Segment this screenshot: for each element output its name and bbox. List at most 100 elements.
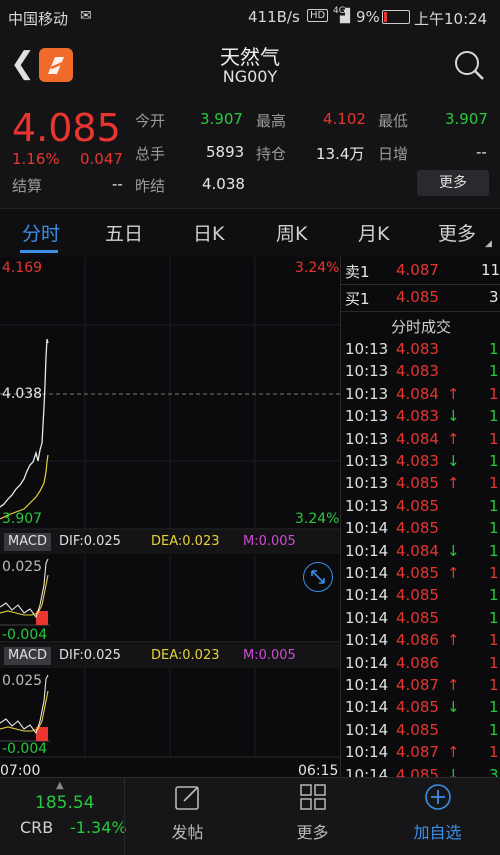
low-label: 最低 xyxy=(378,112,409,130)
bid-label: 买1 xyxy=(345,290,370,308)
wechat-icon: ✉ xyxy=(80,8,92,24)
add-circle-icon xyxy=(424,783,452,815)
tick-price: 4.083 xyxy=(396,362,439,381)
tick-time: 10:13 xyxy=(345,384,389,403)
tick-volume: 1 xyxy=(489,519,499,538)
tick-time: 10:13 xyxy=(345,340,389,358)
more-menu-button[interactable]: 更多 xyxy=(250,778,375,855)
add-watchlist-label: 加自选 xyxy=(413,823,462,842)
tick-volume: 1 xyxy=(489,564,499,582)
bid-volume: 3 xyxy=(489,288,499,306)
tab-weekly-k[interactable]: 周K xyxy=(276,219,307,246)
settle-value: -- xyxy=(112,175,123,193)
ask-label: 卖1 xyxy=(345,263,370,281)
index-name: CRB xyxy=(20,818,54,837)
tab-daily-k[interactable]: 日K xyxy=(193,219,224,246)
grid-icon xyxy=(299,783,327,815)
macd-dea-2: DEA:0.023 xyxy=(151,648,220,663)
tick-row: 10:14 4.085 1 xyxy=(341,607,500,630)
tab-more[interactable]: 更多 xyxy=(438,219,476,246)
more-label: 更多 xyxy=(296,823,329,842)
up-arrow-icon: ↑ xyxy=(447,384,460,403)
tick-row: 10:14 4.085 1 xyxy=(341,584,500,607)
tick-time: 10:14 xyxy=(345,564,389,582)
order-divider-2 xyxy=(341,311,500,312)
tick-volume: 1 xyxy=(489,676,499,694)
macd-indicator-button-2[interactable]: MACD xyxy=(4,647,51,665)
up-arrow-icon: ↑ xyxy=(447,676,460,694)
tick-row: 10:14 4.087 ↑ 1 xyxy=(341,741,500,764)
macd-top-1: 0.025 xyxy=(2,559,43,575)
tab-intraday[interactable]: 分时 xyxy=(22,219,60,246)
tick-row: 10:13 4.083 ↓ 1 xyxy=(341,450,500,473)
fullscreen-icon[interactable] xyxy=(303,562,333,592)
tick-row: 10:14 4.084 ↓ 1 xyxy=(341,540,500,563)
page-title: 天然气 xyxy=(220,45,280,69)
tick-row: 10:13 4.085 ↑ 1 xyxy=(341,472,500,495)
more-quote-button[interactable]: 更多 xyxy=(417,170,489,196)
tick-price: 4.083 xyxy=(396,452,439,470)
ask-price: 4.087 xyxy=(396,261,439,279)
tick-row: 10:14 4.085 ↑ 1 xyxy=(341,562,500,585)
tick-volume: 1 xyxy=(489,384,499,403)
post-button[interactable]: 发帖 xyxy=(125,778,250,855)
tick-price: 4.084 xyxy=(396,541,439,560)
up-arrow-icon: ↑ xyxy=(447,474,460,493)
tick-time: 10:14 xyxy=(345,631,389,650)
quote-panel: 4.085 1.16% 0.047 结算 -- 今开 3.907 最高 4.10… xyxy=(0,98,500,208)
up-arrow-icon: ↑ xyxy=(447,631,460,650)
tick-row: 10:13 4.083 ↓ 1 xyxy=(341,405,500,428)
signal-icon: ▟ xyxy=(340,9,350,24)
macd-top-2: 0.025 xyxy=(2,673,43,689)
index-change: -1.34% xyxy=(70,818,127,837)
tick-volume: 1 xyxy=(489,720,499,739)
battery-icon xyxy=(382,10,410,24)
tick-time: 10:14 xyxy=(345,653,389,672)
tick-volume: 1 xyxy=(489,586,499,605)
search-icon[interactable] xyxy=(453,49,485,85)
title-bar: ❮ 天然气 NG00Y xyxy=(0,34,500,98)
settle-label: 结算 xyxy=(12,177,43,195)
tick-time: 10:14 xyxy=(345,720,389,739)
tick-price: 4.084 xyxy=(396,429,439,448)
high-label: 最高 xyxy=(256,112,287,130)
contract-code: NG00Y xyxy=(222,67,278,86)
tick-list[interactable]: 10:13 4.083 1 10:13 4.083 1 10:13 4.084 ↑ 1 10:13 4… xyxy=(341,338,500,778)
prev-settle-value: 4.038 xyxy=(202,175,245,193)
last-price: 4.085 xyxy=(12,106,121,150)
open-interest-value: 13.4万 xyxy=(316,145,365,163)
tick-volume: 1 xyxy=(489,340,499,358)
tick-time: 10:13 xyxy=(345,496,389,515)
tick-time: 10:13 xyxy=(345,407,389,426)
ask-row: 卖1 4.087 11 xyxy=(341,259,500,282)
tick-row: 10:13 4.084 ↑ 1 xyxy=(341,383,500,406)
tick-row: 10:14 4.086 1 xyxy=(341,652,500,675)
index-widget[interactable]: ▲ 185.54 CRB -1.34% xyxy=(0,778,127,855)
macd-plot-1 xyxy=(0,558,50,626)
tick-time: 10:13 xyxy=(345,362,389,381)
bid-price: 4.085 xyxy=(396,288,439,306)
up-arrow-icon: ↑ xyxy=(447,564,460,582)
tick-price: 4.085 xyxy=(396,698,439,717)
post-label: 发帖 xyxy=(171,823,204,842)
tick-volume: 1 xyxy=(489,608,499,627)
intraday-chart[interactable]: 4.169 3.24% 4.038 3.907 3.24% MACD DIF:0… xyxy=(0,257,340,779)
tick-price: 4.086 xyxy=(396,653,439,672)
bid-row: 买1 4.085 3 xyxy=(341,286,500,309)
tick-row: 10:14 4.085 ↓ 3 xyxy=(341,764,500,778)
down-arrow-icon: ↓ xyxy=(447,407,460,426)
tab-five-day[interactable]: 五日 xyxy=(105,219,143,246)
add-watchlist-button[interactable]: 加自选 xyxy=(375,778,500,855)
edit-icon xyxy=(174,783,202,815)
tick-volume: 1 xyxy=(489,407,499,426)
tick-volume: 1 xyxy=(489,698,499,717)
tick-price: 4.083 xyxy=(396,407,439,426)
macd-indicator-button-1[interactable]: MACD xyxy=(4,533,51,551)
period-tabs: 分时 五日 日K 周K 月K 更多 ◢ xyxy=(0,208,500,258)
tick-row: 10:13 4.085 1 xyxy=(341,495,500,518)
macd-header-2: MACD DIF:0.025 DEA:0.023 M:0.005 xyxy=(0,644,340,668)
macd-dea-1: DEA:0.023 xyxy=(151,534,220,549)
tab-monthly-k[interactable]: 月K xyxy=(358,219,389,246)
carrier-label: 中国移动 xyxy=(8,10,69,28)
tick-time: 10:14 xyxy=(345,541,389,560)
